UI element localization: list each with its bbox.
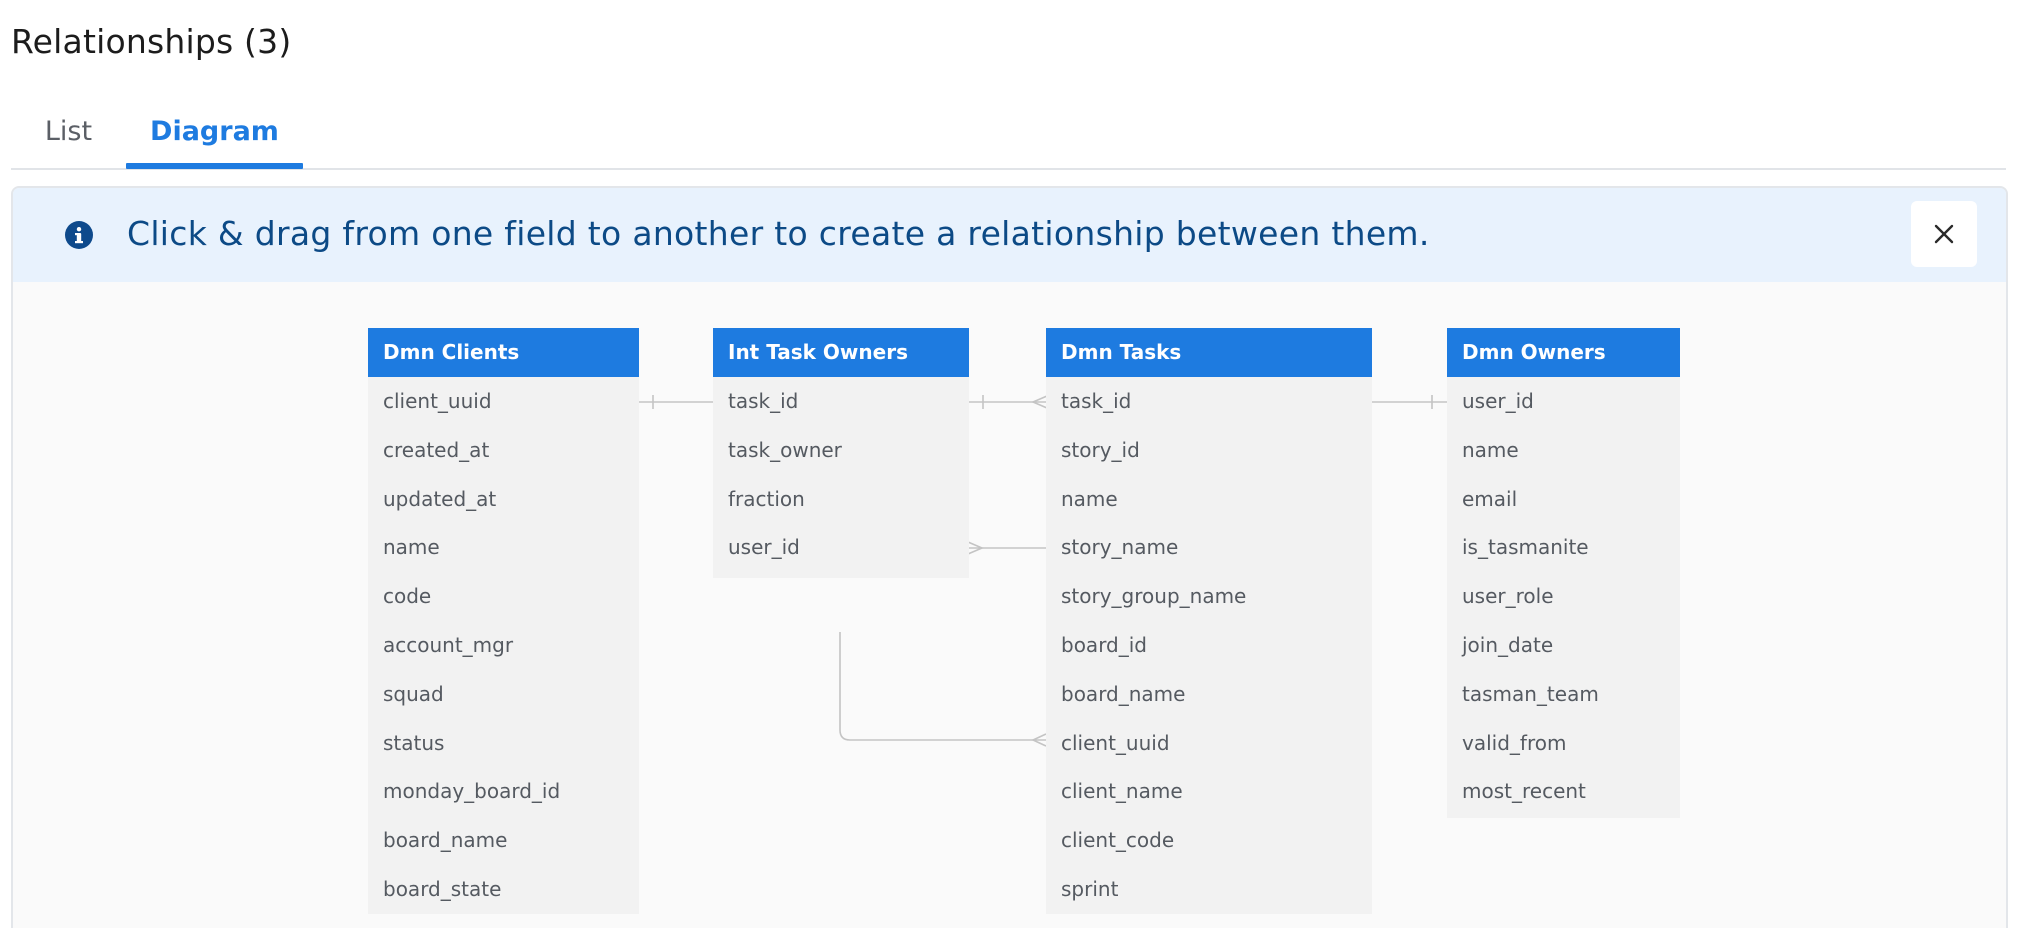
view-tabs: List Diagram — [11, 100, 2006, 170]
entity-field-client-name[interactable]: client_name — [1046, 767, 1372, 816]
entity-header[interactable]: Dmn Clients — [368, 328, 639, 377]
entity-field-story-id[interactable]: story_id — [1046, 426, 1372, 475]
entity-field-status[interactable]: status — [368, 719, 639, 768]
entity-field-email[interactable]: email — [1447, 475, 1680, 524]
entity-field-user-id[interactable]: user_id — [713, 523, 969, 572]
entity-field-code[interactable]: code — [368, 572, 639, 621]
entity-field-is-tasmanite[interactable]: is_tasmanite — [1447, 523, 1680, 572]
connector-clients-tasks-route — [839, 632, 1046, 741]
entity-field-task-id[interactable]: task_id — [1046, 377, 1372, 426]
entity-field-monday-board-id[interactable]: monday_board_id — [368, 767, 639, 816]
entity-dmn-owners[interactable]: Dmn Owners user_id name email is_tasmanite u… — [1447, 328, 1680, 819]
entity-field-board-name[interactable]: board_name — [1046, 670, 1372, 719]
entity-field-tasman-team[interactable]: tasman_team — [1447, 670, 1680, 719]
relationship-connectors — [638, 395, 1447, 747]
entity-field-user-id[interactable]: user_id — [1447, 377, 1680, 426]
entity-dmn-tasks[interactable]: Dmn Tasks task_id story_id name story_name s… — [1046, 328, 1372, 914]
info-icon — [65, 221, 93, 249]
entity-field-client-uuid[interactable]: client_uuid — [368, 377, 639, 426]
entity-field-client-uuid[interactable]: client_uuid — [1046, 719, 1372, 768]
entity-field-valid-from[interactable]: valid_from — [1447, 719, 1680, 768]
entity-header[interactable]: Dmn Tasks — [1046, 328, 1372, 377]
diagram-canvas[interactable]: Dmn Clients client_uuid created_at updated… — [13, 282, 2006, 928]
entity-field-client-code[interactable]: client_code — [1046, 816, 1372, 865]
diagram-panel: Click & drag from one field to another t… — [11, 186, 2008, 928]
active-tab-indicator — [126, 163, 303, 169]
page-title: Relationships (3) — [11, 22, 292, 61]
entity-field-squad[interactable]: squad — [368, 670, 639, 719]
entity-header[interactable]: Dmn Owners — [1447, 328, 1680, 377]
entity-field-board-name[interactable]: board_name — [368, 816, 639, 865]
entity-field-board-state[interactable]: board_state — [368, 865, 639, 914]
entity-field-fraction[interactable]: fraction — [713, 475, 969, 524]
entity-field-sprint[interactable]: sprint — [1046, 865, 1372, 914]
tab-diagram-label: Diagram — [150, 116, 279, 147]
tab-list[interactable]: List — [11, 112, 126, 166]
entity-field-task-id[interactable]: task_id — [713, 377, 969, 426]
entity-field-task-owner[interactable]: task_owner — [713, 426, 969, 475]
close-icon — [1934, 224, 1954, 244]
entity-field-created-at[interactable]: created_at — [368, 426, 639, 475]
entity-header[interactable]: Int Task Owners — [713, 328, 969, 377]
entity-field-board-id[interactable]: board_id — [1046, 621, 1372, 670]
close-banner-button[interactable] — [1911, 201, 1977, 267]
entity-field-join-date[interactable]: join_date — [1447, 621, 1680, 670]
tab-diagram[interactable]: Diagram — [126, 112, 303, 169]
entity-field-account-mgr[interactable]: account_mgr — [368, 621, 639, 670]
entity-field-name[interactable]: name — [368, 523, 639, 572]
entity-field-story-name[interactable]: story_name — [1046, 523, 1372, 572]
entity-field-story-group-name[interactable]: story_group_name — [1046, 572, 1372, 621]
entity-field-name[interactable]: name — [1046, 475, 1372, 524]
info-banner-text: Click & drag from one field to another t… — [127, 214, 1430, 253]
entity-int-task-owners[interactable]: Int Task Owners task_id task_owner fractio… — [713, 328, 969, 579]
entity-field-user-role[interactable]: user_role — [1447, 572, 1680, 621]
info-banner: Click & drag from one field to another t… — [13, 188, 2006, 282]
entity-dmn-clients[interactable]: Dmn Clients client_uuid created_at updated… — [368, 328, 639, 914]
entity-field-most-recent[interactable]: most_recent — [1447, 767, 1680, 816]
entity-field-name[interactable]: name — [1447, 426, 1680, 475]
entity-field-updated-at[interactable]: updated_at — [368, 475, 639, 524]
